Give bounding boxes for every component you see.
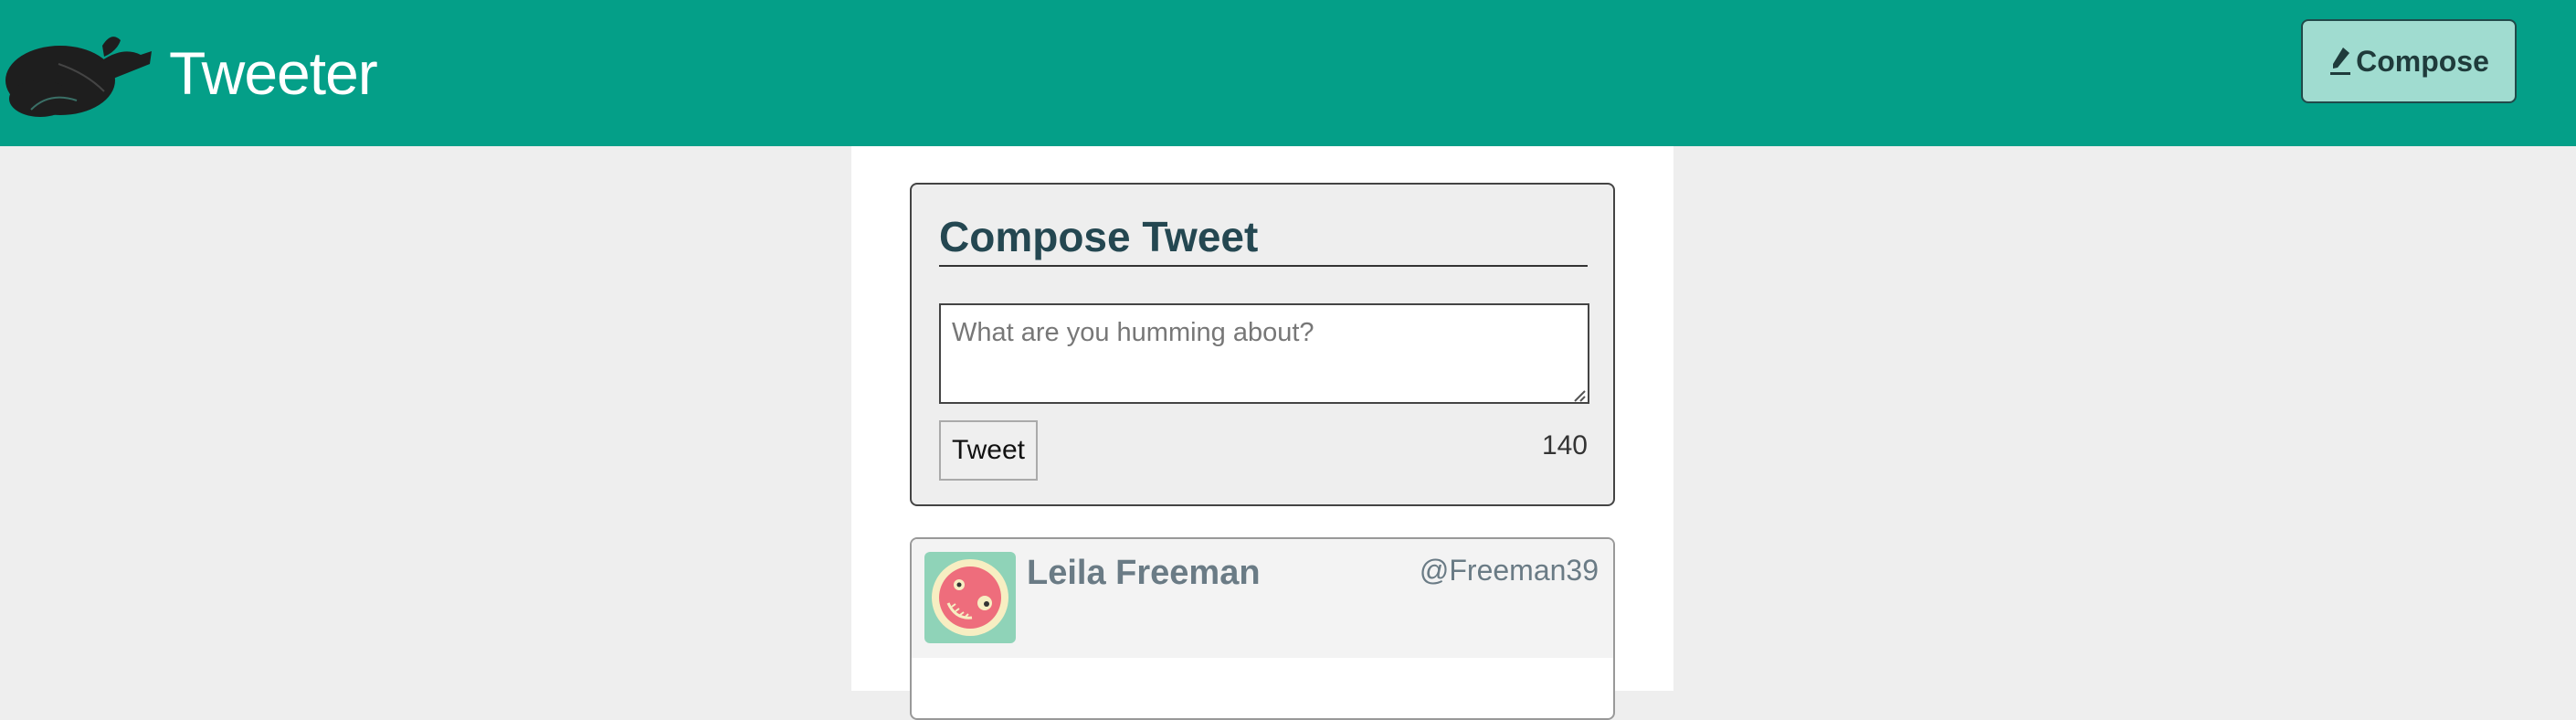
- tweet-text-input[interactable]: [939, 303, 1589, 404]
- pen-icon: [2328, 46, 2352, 77]
- compose-button-label: Compose: [2356, 44, 2489, 78]
- character-counter: 140: [1541, 430, 1588, 461]
- tweet-author-name: Leila Freeman: [1027, 554, 1261, 592]
- tweet-header: Leila Freeman @Freeman39: [912, 539, 1613, 658]
- compose-title: Compose Tweet: [939, 208, 1588, 267]
- compose-button[interactable]: Compose: [2301, 19, 2517, 103]
- brand-title[interactable]: Tweeter: [169, 33, 378, 113]
- resize-handle-icon[interactable]: [1571, 387, 1586, 402]
- roast-bird-logo-icon: [5, 37, 152, 117]
- tweet-card: Leila Freeman @Freeman39: [910, 537, 1615, 720]
- compose-tweet-form: Compose Tweet Tweet 140: [910, 183, 1615, 506]
- smiley-face-avatar-icon: [924, 552, 1016, 643]
- tweet-submit-button[interactable]: Tweet: [939, 420, 1038, 481]
- navbar: Tweeter Compose: [0, 0, 2576, 146]
- tweet-author-handle: @Freeman39: [1419, 554, 1599, 587]
